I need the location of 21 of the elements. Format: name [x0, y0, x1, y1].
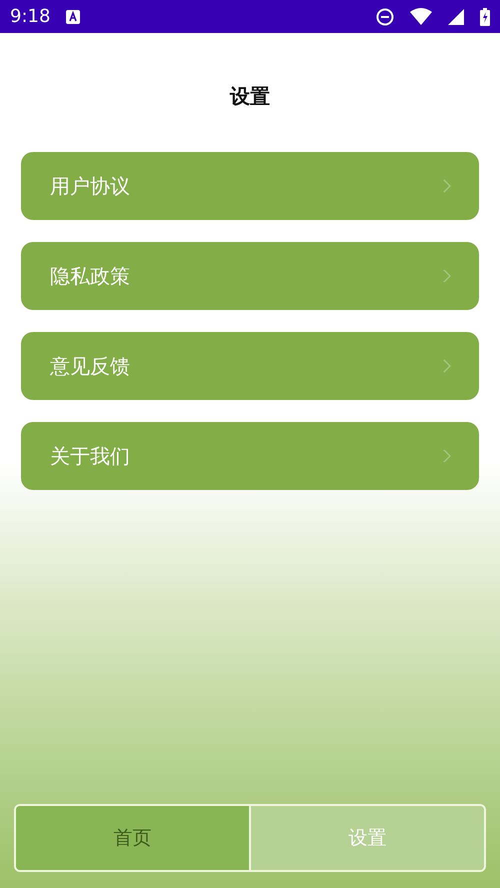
- chevron-icon: [443, 179, 451, 193]
- item-label: 意见反馈: [50, 352, 130, 380]
- settings-item[interactable]: 隐私政策: [21, 242, 479, 310]
- page-title: 设置: [228, 83, 271, 110]
- settings-item[interactable]: 关于我们: [21, 422, 479, 490]
- tab[interactable]: 首页: [16, 806, 249, 870]
- chevron-icon: [443, 359, 451, 373]
- signal-icon: [448, 8, 464, 24]
- chevron-icon: [443, 449, 451, 463]
- item-label: 关于我们: [50, 442, 130, 470]
- tab[interactable]: 设置: [249, 806, 484, 870]
- battery-icon: [480, 8, 490, 26]
- item-label: 隐私政策: [50, 262, 130, 290]
- notification-icon: [66, 10, 80, 24]
- do-not-disturb-icon: [376, 8, 394, 26]
- item-label: 用户协议: [50, 172, 130, 200]
- chevron-icon: [443, 269, 451, 283]
- wifi-icon: [410, 8, 432, 25]
- status-time: 9:18: [10, 6, 50, 27]
- settings-item[interactable]: 意见反馈: [21, 332, 479, 400]
- settings-item[interactable]: 用户协议: [21, 152, 479, 220]
